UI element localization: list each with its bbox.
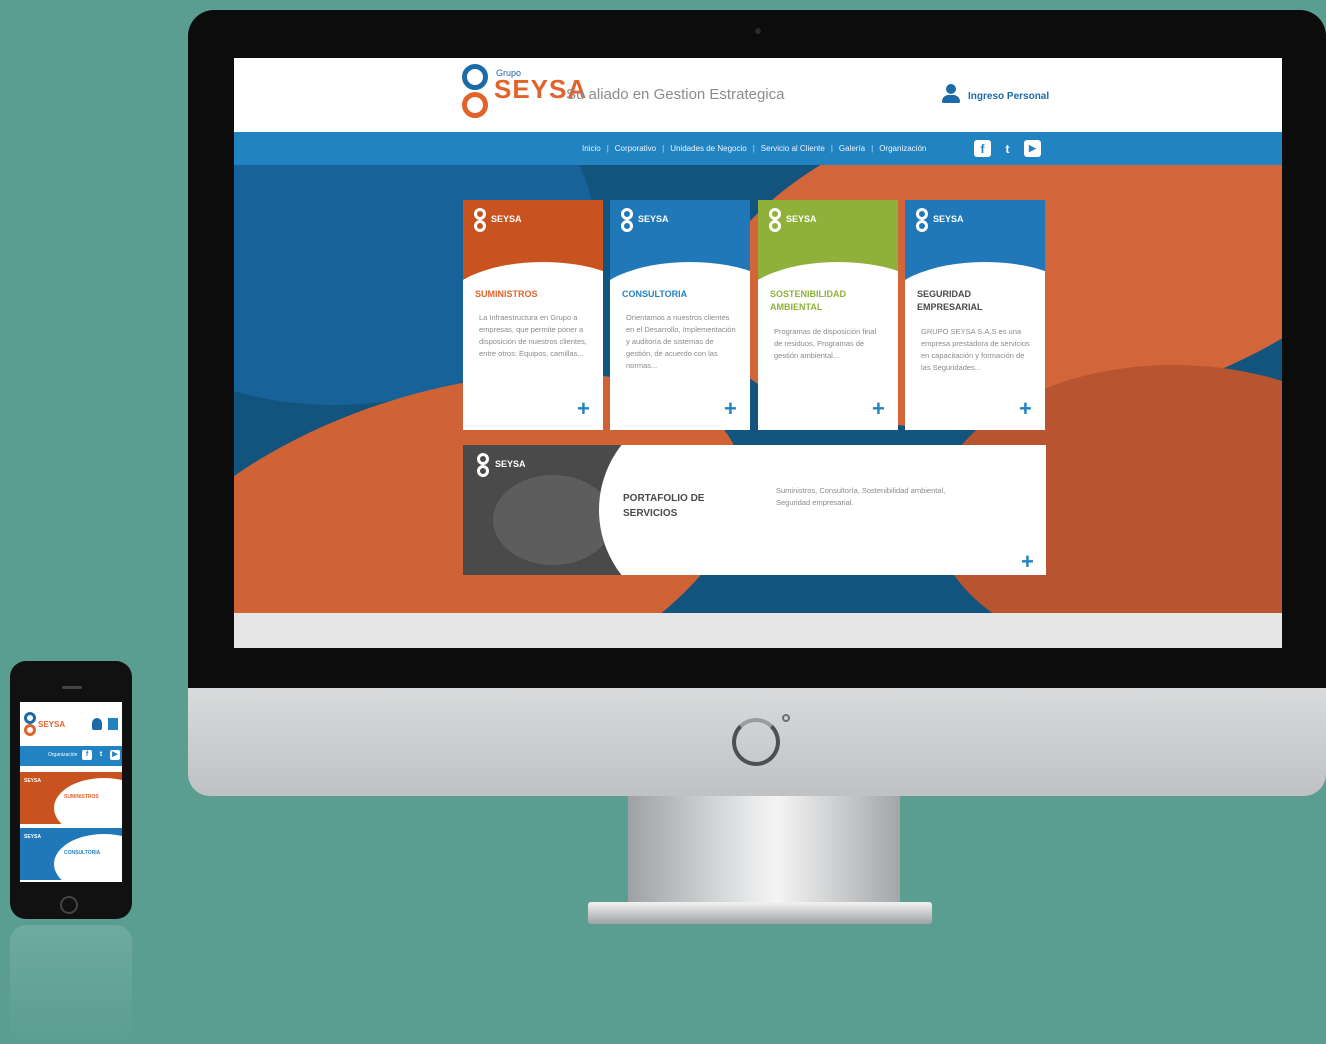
card-text: La Infraestructura en Grupo a empresas, … <box>479 313 587 358</box>
seysa-logo-icon <box>619 208 635 234</box>
brand-logo-dot-icon <box>782 714 790 722</box>
card-logo-word: SEYSA <box>24 778 41 784</box>
nav-item-servicio[interactable]: Servicio al Cliente <box>761 144 825 153</box>
service-card-suministros[interactable]: SEYSA SUMINISTROS La Infraestructura en … <box>463 200 603 430</box>
card-title: CONSULTORIA <box>622 289 688 299</box>
nav-separator: | <box>830 144 833 153</box>
plus-icon[interactable]: + <box>1021 549 1034 575</box>
page-footer <box>234 613 1282 648</box>
card-text: Orientamos a nuestros clientes en el Des… <box>626 313 736 370</box>
card-title: SEGURIDAD EMPRESARIAL <box>917 289 983 312</box>
user-icon[interactable] <box>941 84 961 104</box>
card-title: SOSTENIBILIDAD AMBIENTAL <box>770 289 847 312</box>
seysa-logo-icon <box>472 208 488 234</box>
youtube-icon[interactable]: ▶ <box>1024 140 1041 157</box>
seysa-logo-icon <box>24 724 36 736</box>
phone-nav-label[interactable]: Organización <box>48 752 77 758</box>
plus-icon[interactable]: + <box>577 398 590 420</box>
nav-item-organizacion[interactable]: Organización <box>879 144 926 153</box>
card-logo-word: SEYSA <box>491 214 522 224</box>
camera-dot <box>755 28 761 34</box>
seysa-logo-icon <box>475 453 491 479</box>
phone-header <box>20 702 122 746</box>
service-card-seguridad[interactable]: SEYSA SEGURIDAD EMPRESARIAL GRUPO SEYSA … <box>905 200 1045 430</box>
imac-stand-foot <box>588 902 932 924</box>
card-logo-word: SEYSA <box>24 834 41 840</box>
nav-separator: | <box>871 144 874 153</box>
card-text: GRUPO SEYSA S.A.S es una empresa prestad… <box>921 327 1030 372</box>
phone-card-consultoria[interactable]: SEYSA CONSULTORIA <box>20 828 122 880</box>
hero-section: SEYSA SUMINISTROS La Infraestructura en … <box>234 165 1282 613</box>
youtube-icon[interactable]: ▶ <box>110 750 120 760</box>
nav-item-galeria[interactable]: Galería <box>839 144 865 153</box>
imac-screen: Grupo SEYSA Su aliado en Gestion Estrate… <box>234 58 1282 648</box>
site-header: Grupo SEYSA Su aliado en Gestion Estrate… <box>234 58 1282 132</box>
portfolio-description: Suministros, Consultoría, Sostenibilidad… <box>776 486 946 507</box>
twitter-icon[interactable]: t <box>96 750 106 760</box>
portfolio-title: PORTAFOLIO DE SERVICIOS <box>623 493 705 519</box>
card-logo-word: SEYSA <box>786 214 817 224</box>
card-title: SUMINISTROS <box>64 794 99 800</box>
phone-home-button <box>60 896 78 914</box>
seysa-logo-icon <box>24 712 36 724</box>
nav-separator: | <box>752 144 755 153</box>
nav-item-unidades[interactable]: Unidades de Negocio <box>670 144 747 153</box>
seysa-logo-icon <box>914 208 930 234</box>
card-text: Programas de disposición final de residu… <box>774 327 877 360</box>
facebook-icon[interactable]: f <box>82 750 92 760</box>
nav-menu: Inicio | Corporativo | Unidades de Negocio… <box>582 132 926 165</box>
phone-reflection <box>10 925 132 1044</box>
login-link[interactable]: Ingreso Personal <box>968 91 1049 102</box>
imac-stand <box>628 796 900 906</box>
portfolio-card[interactable]: SEYSA PORTAFOLIO DE SERVICIOS Suministro… <box>463 445 1046 575</box>
plus-icon[interactable]: + <box>1019 398 1032 420</box>
service-card-consultoria[interactable]: SEYSA CONSULTORIA Orientamos a nuestros … <box>610 200 750 430</box>
phone-logo-word[interactable]: SEYSA <box>38 720 65 729</box>
main-navbar: Inicio | Corporativo | Unidades de Negocio… <box>234 132 1282 165</box>
card-title: CONSULTORIA <box>64 850 101 856</box>
menu-icon[interactable] <box>108 718 118 730</box>
nav-item-inicio[interactable]: Inicio <box>582 144 601 153</box>
brand-logo-icon <box>732 718 780 766</box>
phone-navbar: Organización f t ▶ <box>20 746 122 766</box>
card-logo-word: SEYSA <box>933 214 964 224</box>
site-tagline: Su aliado en Gestion Estrategica <box>566 86 785 103</box>
twitter-icon[interactable]: t <box>999 140 1016 157</box>
plus-icon[interactable]: + <box>872 398 885 420</box>
card-title: SUMINISTROS <box>475 289 538 299</box>
nav-separator: | <box>662 144 665 153</box>
plus-icon[interactable]: + <box>724 398 737 420</box>
card-logo-word: SEYSA <box>638 214 669 224</box>
facebook-icon[interactable]: f <box>974 140 991 157</box>
portfolio-shape <box>493 475 613 565</box>
nav-separator: | <box>606 144 609 153</box>
phone-card-suministros[interactable]: SEYSA SUMINISTROS <box>20 772 122 824</box>
service-card-sostenibilidad[interactable]: SEYSA SOSTENIBILIDAD AMBIENTAL Programas… <box>758 200 898 430</box>
phone-screen: SEYSA Organización f t ▶ SEYSA SUMINISTR… <box>20 702 122 882</box>
nav-item-corporativo[interactable]: Corporativo <box>615 144 656 153</box>
card-logo-word: SEYSA <box>495 459 526 469</box>
card-curve <box>54 834 122 880</box>
phone-speaker <box>62 686 82 689</box>
seysa-logo-icon[interactable] <box>460 62 490 122</box>
user-icon[interactable] <box>92 718 102 730</box>
seysa-logo-icon <box>767 208 783 234</box>
card-curve <box>54 778 122 824</box>
